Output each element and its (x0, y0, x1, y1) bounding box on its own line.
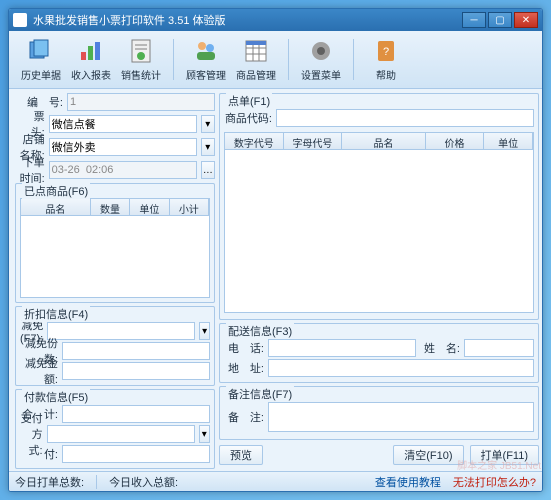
ticket-dropdown-button[interactable]: ▾ (201, 115, 215, 133)
phone-label: 电 话: (224, 340, 264, 356)
main-area: 编 号: 票 头: ▾ 店铺名称: ▾ 下单时间: … 已点商品(F6) (9, 89, 542, 471)
col-numcode[interactable]: 数字代号 (225, 133, 284, 149)
clear-button[interactable]: 清空(F10) (393, 445, 463, 465)
ordered-grid-header: 品名 数量 单位 小计 (20, 198, 210, 216)
help-button[interactable]: ? 帮助 (362, 35, 410, 84)
users-icon (192, 37, 220, 65)
col-punit[interactable]: 单位 (484, 133, 533, 149)
customer-button[interactable]: 顾客管理 (182, 35, 230, 84)
remark-field[interactable] (268, 402, 534, 432)
ticket-legend: 点单(F1) (226, 93, 272, 109)
delivery-legend: 配送信息(F3) (226, 323, 294, 339)
action-buttons: 预览 清空(F10) 打单(F11) (219, 443, 539, 467)
paymethod-dropdown-button[interactable]: ▾ (199, 425, 210, 443)
app-window: 水果批发销售小票打印软件 3.51 体验版 ─ ▢ ✕ 历史单据 收入报表 销售… (8, 8, 543, 492)
discount-panel: 折扣信息(F4) 减免(F7): ▾ 减免份数: 减免金额: (15, 306, 215, 386)
time-picker-button[interactable]: … (201, 161, 215, 179)
ticket-panel: 点单(F1) 商品代码: 数字代号 字母代号 品名 价格 单位 (219, 93, 539, 320)
time-label: 下单时间: (15, 154, 45, 186)
code-label: 商品代码: (224, 110, 272, 126)
print-button[interactable]: 打单(F11) (470, 445, 539, 465)
minimize-button[interactable]: ─ (462, 12, 486, 28)
addr-field[interactable] (268, 359, 534, 377)
delivery-panel: 配送信息(F3) 电 话: 姓 名: 地 址: (219, 323, 539, 383)
goods-button[interactable]: 商品管理 (232, 35, 280, 84)
ordered-panel: 已点商品(F6) 品名 数量 单位 小计 (15, 183, 215, 303)
statusbar: 今日打单总数: 今日收入总额: 查看使用教程 无法打印怎么办? (9, 471, 542, 491)
titlebar[interactable]: 水果批发销售小票打印软件 3.51 体验版 ─ ▢ ✕ (9, 9, 542, 31)
paymethod-field[interactable] (47, 425, 195, 443)
close-button[interactable]: ✕ (514, 12, 538, 28)
col-unit[interactable]: 单位 (130, 199, 169, 215)
waive-field[interactable] (47, 322, 195, 340)
ticket-grid-body[interactable] (224, 150, 534, 313)
waive-amount-field[interactable] (62, 362, 210, 380)
code-field[interactable] (276, 109, 534, 127)
ticket-grid-header: 数字代号 字母代号 品名 价格 单位 (224, 132, 534, 150)
status-revenue: 今日收入总额: (109, 474, 178, 490)
phone-field[interactable] (268, 339, 416, 357)
grid-icon (242, 37, 270, 65)
serial-field (67, 93, 215, 111)
app-icon (13, 13, 27, 27)
time-field (49, 161, 197, 179)
cantprint-link[interactable]: 无法打印怎么办? (453, 474, 536, 490)
addr-label: 地 址: (224, 360, 264, 376)
svg-text:?: ? (383, 46, 389, 58)
maximize-button[interactable]: ▢ (488, 12, 512, 28)
col-subtotal[interactable]: 小计 (170, 199, 209, 215)
gear-icon (307, 37, 335, 65)
history-button[interactable]: 历史单据 (17, 35, 65, 84)
right-column: 点单(F1) 商品代码: 数字代号 字母代号 品名 价格 单位 配送信息(F3)… (219, 93, 539, 467)
left-column: 编 号: 票 头: ▾ 店铺名称: ▾ 下单时间: … 已点商品(F6) (15, 93, 215, 467)
report-icon (127, 37, 155, 65)
tutorial-link[interactable]: 查看使用教程 (375, 474, 441, 490)
remark-panel: 备注信息(F7) 备 注: (219, 386, 539, 440)
payment-legend: 付款信息(F5) (22, 389, 90, 405)
col-price[interactable]: 价格 (426, 133, 485, 149)
window-title: 水果批发销售小票打印软件 3.51 体验版 (33, 12, 462, 28)
shop-field[interactable] (49, 138, 197, 156)
paynote-field[interactable] (62, 445, 210, 463)
col-pname[interactable]: 品名 (342, 133, 425, 149)
waive-amount-label: 减免金额: (20, 355, 58, 387)
col-alphacode[interactable]: 字母代号 (284, 133, 343, 149)
total-field[interactable] (62, 405, 210, 423)
waive-qty-field[interactable] (62, 342, 210, 360)
remark-label: 备 注: (224, 409, 264, 425)
toolbar: 历史单据 收入报表 销售统计 顾客管理 商品管理 (9, 31, 542, 89)
preview-button[interactable]: 预览 (219, 445, 263, 465)
settings-button[interactable]: 设置菜单 (297, 35, 345, 84)
bar-chart-icon (77, 37, 105, 65)
custname-field[interactable] (464, 339, 534, 357)
payment-panel: 付款信息(F5) 合 计: 支付方式: ▾ 付: (15, 389, 215, 469)
ticket-field[interactable] (49, 115, 197, 133)
waive-dropdown-button[interactable]: ▾ (199, 322, 210, 340)
stats-button[interactable]: 销售统计 (117, 35, 165, 84)
ordered-grid-body[interactable] (20, 216, 210, 298)
col-name[interactable]: 品名 (21, 199, 91, 215)
discount-legend: 折扣信息(F4) (22, 306, 90, 322)
ordered-legend: 已点商品(F6) (22, 183, 90, 199)
paynote-label: 付: (20, 446, 58, 462)
shop-dropdown-button[interactable]: ▾ (201, 138, 215, 156)
documents-icon (27, 37, 55, 65)
help-book-icon: ? (372, 37, 400, 65)
status-orders: 今日打单总数: (15, 474, 84, 490)
col-qty[interactable]: 数量 (91, 199, 130, 215)
income-button[interactable]: 收入报表 (67, 35, 115, 84)
remark-legend: 备注信息(F7) (226, 386, 294, 402)
custname-label: 姓 名: (420, 340, 460, 356)
